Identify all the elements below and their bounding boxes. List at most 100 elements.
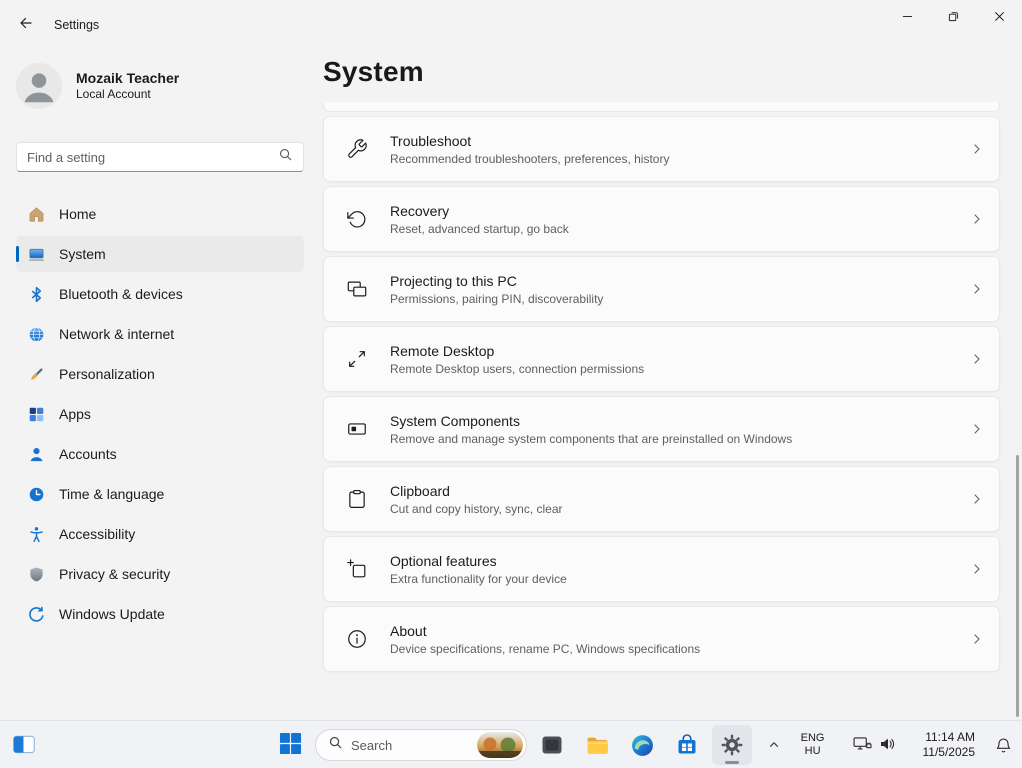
main-content: System Troubleshoot Recommended troubles… [323,48,1022,720]
settings-search-box [16,142,304,172]
partially-scrolled-card[interactable] [323,102,1000,112]
language-block: ENG HU [793,732,833,757]
card-text: Projecting to this PC Permissions, pairi… [390,273,949,306]
card-subtitle: Remove and manage system components that… [390,432,949,446]
taskbar-search-box[interactable]: Search [315,729,527,761]
vertical-scrollbar[interactable] [1016,455,1019,717]
restore-icon [948,10,959,25]
card-subtitle: Device specifications, rename PC, Window… [390,642,949,656]
search-icon [328,735,343,755]
sidebar-item-label: Personalization [59,366,155,382]
notification-bell-icon[interactable] [989,725,1018,765]
card-about[interactable]: About Device specifications, rename PC, … [323,606,1000,672]
file-explorer-icon[interactable] [577,725,617,765]
apps-grid-icon [28,406,45,423]
chevron-right-icon [969,141,985,157]
clipboard-icon [344,488,370,510]
sidebar-item-label: Windows Update [59,606,165,622]
show-hidden-icons-chevron[interactable] [761,725,787,765]
edge-browser-icon[interactable] [622,725,662,765]
minimize-button[interactable] [884,0,930,34]
restore-button[interactable] [930,0,976,34]
card-optional-features[interactable]: Optional features Extra functionality fo… [323,536,1000,602]
square-plus-icon [344,558,370,580]
card-title: Remote Desktop [390,343,949,359]
update-arrows-icon [28,606,45,623]
microsoft-store-icon[interactable] [667,725,707,765]
close-button[interactable] [976,0,1022,34]
card-text: About Device specifications, rename PC, … [390,623,949,656]
component-box-icon [344,418,370,440]
sidebar-item-windows-update[interactable]: Windows Update [16,596,304,632]
sidebar-item-apps[interactable]: Apps [16,396,304,432]
sidebar-item-accessibility[interactable]: Accessibility [16,516,304,552]
start-button[interactable] [270,725,310,765]
card-title: About [390,623,949,639]
titlebar: Settings [0,0,1022,48]
card-text: Troubleshoot Recommended troubleshooters… [390,133,949,166]
dark-app-icon[interactable] [532,725,572,765]
taskbar-search-label: Search [351,738,469,753]
sidebar-item-bluetooth-devices[interactable]: Bluetooth & devices [16,276,304,312]
card-text: Clipboard Cut and copy history, sync, cl… [390,483,949,516]
dual-screens-icon [344,278,370,300]
card-text: Remote Desktop Remote Desktop users, con… [390,343,949,376]
user-account-type: Local Account [76,87,179,103]
search-highlight-image[interactable] [477,732,523,758]
card-subtitle: Recommended troubleshooters, preferences… [390,152,949,166]
chevron-right-icon [969,351,985,367]
chevron-right-icon [969,631,985,647]
sidebar-item-network-internet[interactable]: Network & internet [16,316,304,352]
sidebar-item-label: Bluetooth & devices [59,286,183,302]
card-remote-desktop[interactable]: Remote Desktop Remote Desktop users, con… [323,326,1000,392]
volume-icon [879,736,895,755]
minimize-icon [902,10,913,25]
sidebar-item-personalization[interactable]: Personalization [16,356,304,392]
shield-icon [28,566,45,583]
sidebar-item-label: System [59,246,106,262]
selected-accent-bar [16,246,19,262]
chevron-right-icon [969,421,985,437]
language-switcher[interactable]: ENG HU [787,725,839,765]
window-title: Settings [54,18,99,32]
bluetooth-icon [28,286,45,303]
network-volume-group[interactable] [839,725,909,765]
system-tray: ENG HU 11:14 AM 11/5/2025 [761,721,1018,768]
sidebar-item-system[interactable]: System [16,236,304,272]
sidebar-item-home[interactable]: Home [16,196,304,232]
card-troubleshoot[interactable]: Troubleshoot Recommended troubleshooters… [323,116,1000,182]
card-title: Troubleshoot [390,133,949,149]
card-subtitle: Remote Desktop users, connection permiss… [390,362,949,376]
sidebar-item-privacy-security[interactable]: Privacy & security [16,556,304,592]
settings-card-list: Troubleshoot Recommended troubleshooters… [323,102,1000,672]
search-icon [278,147,293,167]
sidebar-item-label: Time & language [59,486,164,502]
card-subtitle: Cut and copy history, sync, clear [390,502,949,516]
network-icon [853,736,872,754]
card-clipboard[interactable]: Clipboard Cut and copy history, sync, cl… [323,466,1000,532]
user-profile[interactable]: Mozaik Teacher Local Account [16,62,304,110]
settings-gear-icon[interactable] [712,725,752,765]
running-app-indicator [725,761,739,764]
clock-date[interactable]: 11:14 AM 11/5/2025 [909,725,990,765]
chevron-right-icon [969,281,985,297]
card-subtitle: Reset, advanced startup, go back [390,222,949,236]
sidebar-item-accounts[interactable]: Accounts [16,436,304,472]
region-code: HU [805,745,821,758]
info-circle-icon [344,628,370,650]
card-system-components[interactable]: System Components Remove and manage syst… [323,396,1000,462]
card-projecting-to-this-pc[interactable]: Projecting to this PC Permissions, pairi… [323,256,1000,322]
card-text: System Components Remove and manage syst… [390,413,949,446]
card-recovery[interactable]: Recovery Reset, advanced startup, go bac… [323,186,1000,252]
card-title: Clipboard [390,483,949,499]
sidebar-item-time-language[interactable]: Time & language [16,476,304,512]
sidebar-item-label: Home [59,206,96,222]
settings-search-input[interactable] [27,150,278,165]
wrench-icon [344,138,370,160]
globe-icon [28,326,45,343]
remote-connect-arrows-icon [344,348,370,370]
card-subtitle: Permissions, pairing PIN, discoverabilit… [390,292,949,306]
paintbrush-icon [28,366,45,383]
back-button[interactable] [10,8,42,40]
desktops-icon[interactable] [10,731,38,759]
